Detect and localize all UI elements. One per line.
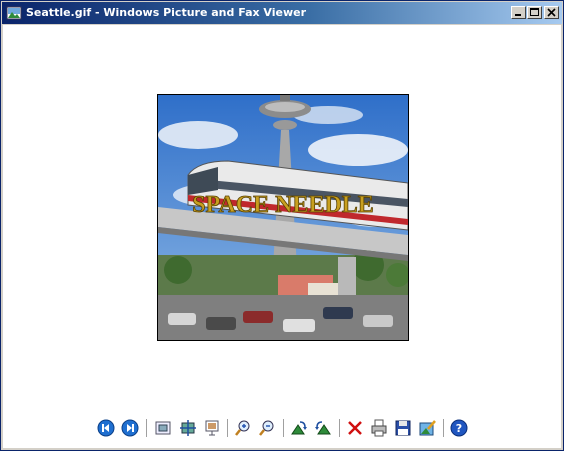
zoom-in-button[interactable] — [233, 418, 253, 438]
rotate-counterclockwise-button[interactable] — [313, 418, 333, 438]
copy-to-button[interactable] — [393, 418, 413, 438]
close-button[interactable] — [544, 6, 559, 19]
toolbar-separator — [227, 419, 229, 437]
best-fit-button[interactable] — [153, 418, 173, 438]
app-icon[interactable] — [6, 5, 22, 21]
seattle-image: SPACE NEEDLE — [157, 94, 409, 341]
actual-size-button[interactable] — [178, 418, 198, 438]
next-image-button[interactable] — [120, 418, 140, 438]
picture-viewer-window: Seattle.gif - Windows Picture and Fax Vi… — [0, 0, 564, 451]
image-display-area: SPACE NEEDLE ? — [3, 25, 561, 448]
zoom-in-icon — [235, 420, 250, 436]
toolbar-separator — [146, 419, 148, 437]
edit-button[interactable] — [417, 418, 437, 438]
maximize-button[interactable] — [527, 6, 542, 19]
toolbar-separator — [443, 419, 445, 437]
viewer-toolbar: ? — [3, 415, 561, 443]
svg-text:?: ? — [456, 422, 462, 435]
minimize-button[interactable] — [511, 6, 526, 19]
slideshow-button[interactable] — [202, 418, 222, 438]
slideshow-icon — [205, 420, 219, 436]
print-icon — [371, 419, 387, 437]
next-icon — [121, 419, 139, 437]
toolbar-separator — [283, 419, 285, 437]
overlay-text: SPACE NEEDLE — [192, 192, 374, 218]
best-fit-icon — [155, 421, 171, 435]
print-button[interactable] — [369, 418, 389, 438]
previous-image-button[interactable] — [96, 418, 116, 438]
title-bar[interactable]: Seattle.gif - Windows Picture and Fax Vi… — [2, 2, 562, 24]
rotate-clockwise-icon — [291, 421, 307, 435]
rotate-clockwise-button[interactable] — [289, 418, 309, 438]
edit-icon — [419, 420, 436, 436]
help-icon: ? — [450, 419, 468, 437]
delete-icon — [348, 421, 362, 435]
zoom-out-icon — [259, 420, 274, 436]
previous-icon — [97, 419, 115, 437]
zoom-out-button[interactable] — [257, 418, 277, 438]
toolbar-separator — [339, 419, 341, 437]
window-title: Seattle.gif - Windows Picture and Fax Vi… — [26, 6, 307, 19]
save-icon — [395, 420, 411, 436]
delete-button[interactable] — [345, 418, 365, 438]
help-button[interactable]: ? — [449, 418, 469, 438]
actual-size-icon — [180, 420, 196, 436]
rotate-counterclockwise-icon — [315, 421, 331, 435]
